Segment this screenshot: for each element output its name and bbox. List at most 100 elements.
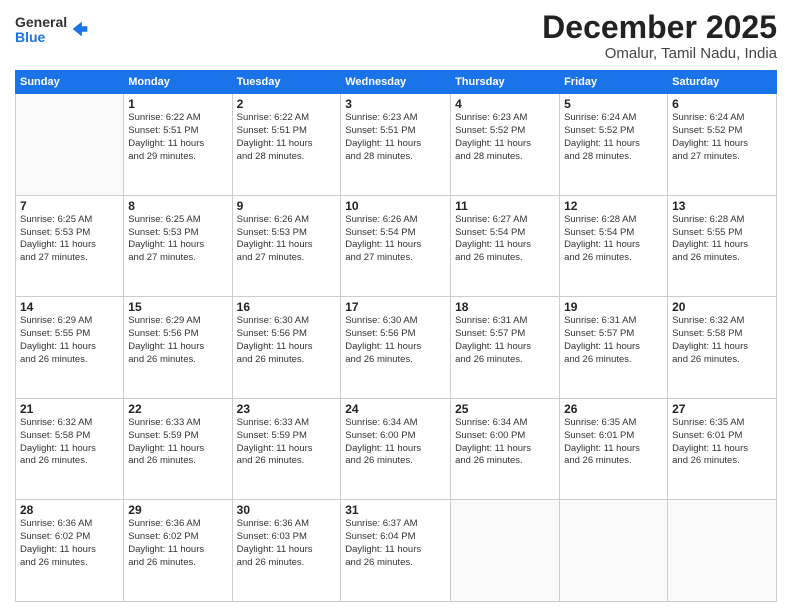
day-info: Sunrise: 6:36 AM Sunset: 6:03 PM Dayligh…: [237, 518, 337, 569]
calendar-cell: 31Sunrise: 6:37 AM Sunset: 6:04 PM Dayli…: [341, 500, 451, 602]
day-info: Sunrise: 6:25 AM Sunset: 5:53 PM Dayligh…: [128, 214, 227, 265]
day-number: 12: [564, 199, 663, 213]
calendar-week-row: 1Sunrise: 6:22 AM Sunset: 5:51 PM Daylig…: [16, 94, 777, 196]
calendar-cell: [16, 94, 124, 196]
day-number: 13: [672, 199, 772, 213]
calendar-cell: 22Sunrise: 6:33 AM Sunset: 5:59 PM Dayli…: [124, 398, 232, 500]
day-number: 20: [672, 300, 772, 314]
logo-blue: Blue: [15, 30, 67, 45]
calendar-cell: 10Sunrise: 6:26 AM Sunset: 5:54 PM Dayli…: [341, 195, 451, 297]
day-info: Sunrise: 6:37 AM Sunset: 6:04 PM Dayligh…: [345, 518, 446, 569]
day-number: 22: [128, 402, 227, 416]
calendar-cell: 27Sunrise: 6:35 AM Sunset: 6:01 PM Dayli…: [668, 398, 777, 500]
calendar-cell: 28Sunrise: 6:36 AM Sunset: 6:02 PM Dayli…: [16, 500, 124, 602]
day-number: 27: [672, 402, 772, 416]
calendar-cell: 8Sunrise: 6:25 AM Sunset: 5:53 PM Daylig…: [124, 195, 232, 297]
calendar-cell: 16Sunrise: 6:30 AM Sunset: 5:56 PM Dayli…: [232, 297, 341, 399]
calendar-cell: 6Sunrise: 6:24 AM Sunset: 5:52 PM Daylig…: [668, 94, 777, 196]
weekday-header: Tuesday: [232, 71, 341, 94]
day-number: 9: [237, 199, 337, 213]
calendar-week-row: 28Sunrise: 6:36 AM Sunset: 6:02 PM Dayli…: [16, 500, 777, 602]
weekday-header: Sunday: [16, 71, 124, 94]
calendar-cell: 19Sunrise: 6:31 AM Sunset: 5:57 PM Dayli…: [560, 297, 668, 399]
calendar-cell: 3Sunrise: 6:23 AM Sunset: 5:51 PM Daylig…: [341, 94, 451, 196]
day-info: Sunrise: 6:32 AM Sunset: 5:58 PM Dayligh…: [672, 315, 772, 366]
day-number: 7: [20, 199, 119, 213]
page: General Blue December 2025 Omalur, Tamil…: [0, 0, 792, 612]
calendar-week-row: 21Sunrise: 6:32 AM Sunset: 5:58 PM Dayli…: [16, 398, 777, 500]
calendar-cell: 12Sunrise: 6:28 AM Sunset: 5:54 PM Dayli…: [560, 195, 668, 297]
calendar-week-row: 7Sunrise: 6:25 AM Sunset: 5:53 PM Daylig…: [16, 195, 777, 297]
day-info: Sunrise: 6:35 AM Sunset: 6:01 PM Dayligh…: [564, 417, 663, 468]
day-info: Sunrise: 6:33 AM Sunset: 5:59 PM Dayligh…: [237, 417, 337, 468]
calendar-cell: 20Sunrise: 6:32 AM Sunset: 5:58 PM Dayli…: [668, 297, 777, 399]
day-number: 18: [455, 300, 555, 314]
calendar-cell: 17Sunrise: 6:30 AM Sunset: 5:56 PM Dayli…: [341, 297, 451, 399]
day-info: Sunrise: 6:31 AM Sunset: 5:57 PM Dayligh…: [455, 315, 555, 366]
day-info: Sunrise: 6:22 AM Sunset: 5:51 PM Dayligh…: [128, 112, 227, 163]
day-info: Sunrise: 6:36 AM Sunset: 6:02 PM Dayligh…: [128, 518, 227, 569]
day-number: 28: [20, 503, 119, 517]
calendar-cell: 14Sunrise: 6:29 AM Sunset: 5:55 PM Dayli…: [16, 297, 124, 399]
calendar-cell: 25Sunrise: 6:34 AM Sunset: 6:00 PM Dayli…: [451, 398, 560, 500]
day-info: Sunrise: 6:30 AM Sunset: 5:56 PM Dayligh…: [237, 315, 337, 366]
calendar-cell: [668, 500, 777, 602]
day-number: 14: [20, 300, 119, 314]
day-number: 5: [564, 97, 663, 111]
day-info: Sunrise: 6:24 AM Sunset: 5:52 PM Dayligh…: [672, 112, 772, 163]
day-info: Sunrise: 6:29 AM Sunset: 5:56 PM Dayligh…: [128, 315, 227, 366]
day-info: Sunrise: 6:36 AM Sunset: 6:02 PM Dayligh…: [20, 518, 119, 569]
day-number: 8: [128, 199, 227, 213]
title-block: December 2025 Omalur, Tamil Nadu, India: [542, 10, 777, 62]
calendar-cell: 7Sunrise: 6:25 AM Sunset: 5:53 PM Daylig…: [16, 195, 124, 297]
calendar-cell: 2Sunrise: 6:22 AM Sunset: 5:51 PM Daylig…: [232, 94, 341, 196]
calendar-cell: 9Sunrise: 6:26 AM Sunset: 5:53 PM Daylig…: [232, 195, 341, 297]
calendar: SundayMondayTuesdayWednesdayThursdayFrid…: [15, 70, 777, 602]
day-number: 26: [564, 402, 663, 416]
day-info: Sunrise: 6:22 AM Sunset: 5:51 PM Dayligh…: [237, 112, 337, 163]
calendar-cell: 23Sunrise: 6:33 AM Sunset: 5:59 PM Dayli…: [232, 398, 341, 500]
day-info: Sunrise: 6:31 AM Sunset: 5:57 PM Dayligh…: [564, 315, 663, 366]
day-info: Sunrise: 6:34 AM Sunset: 6:00 PM Dayligh…: [345, 417, 446, 468]
day-info: Sunrise: 6:26 AM Sunset: 5:54 PM Dayligh…: [345, 214, 446, 265]
weekday-header: Saturday: [668, 71, 777, 94]
calendar-cell: 30Sunrise: 6:36 AM Sunset: 6:03 PM Dayli…: [232, 500, 341, 602]
day-number: 15: [128, 300, 227, 314]
day-info: Sunrise: 6:27 AM Sunset: 5:54 PM Dayligh…: [455, 214, 555, 265]
day-info: Sunrise: 6:33 AM Sunset: 5:59 PM Dayligh…: [128, 417, 227, 468]
day-number: 6: [672, 97, 772, 111]
day-number: 16: [237, 300, 337, 314]
day-number: 2: [237, 97, 337, 111]
day-info: Sunrise: 6:28 AM Sunset: 5:55 PM Dayligh…: [672, 214, 772, 265]
calendar-cell: 24Sunrise: 6:34 AM Sunset: 6:00 PM Dayli…: [341, 398, 451, 500]
calendar-cell: 5Sunrise: 6:24 AM Sunset: 5:52 PM Daylig…: [560, 94, 668, 196]
calendar-cell: 29Sunrise: 6:36 AM Sunset: 6:02 PM Dayli…: [124, 500, 232, 602]
day-info: Sunrise: 6:24 AM Sunset: 5:52 PM Dayligh…: [564, 112, 663, 163]
calendar-cell: 18Sunrise: 6:31 AM Sunset: 5:57 PM Dayli…: [451, 297, 560, 399]
month-title: December 2025: [542, 10, 777, 45]
day-number: 1: [128, 97, 227, 111]
weekday-header: Thursday: [451, 71, 560, 94]
day-number: 3: [345, 97, 446, 111]
location: Omalur, Tamil Nadu, India: [542, 45, 777, 62]
day-number: 23: [237, 402, 337, 416]
day-number: 4: [455, 97, 555, 111]
calendar-cell: [560, 500, 668, 602]
day-info: Sunrise: 6:32 AM Sunset: 5:58 PM Dayligh…: [20, 417, 119, 468]
day-info: Sunrise: 6:29 AM Sunset: 5:55 PM Dayligh…: [20, 315, 119, 366]
day-number: 29: [128, 503, 227, 517]
day-info: Sunrise: 6:25 AM Sunset: 5:53 PM Dayligh…: [20, 214, 119, 265]
day-number: 11: [455, 199, 555, 213]
day-number: 31: [345, 503, 446, 517]
calendar-cell: 11Sunrise: 6:27 AM Sunset: 5:54 PM Dayli…: [451, 195, 560, 297]
day-number: 10: [345, 199, 446, 213]
calendar-cell: 26Sunrise: 6:35 AM Sunset: 6:01 PM Dayli…: [560, 398, 668, 500]
day-number: 30: [237, 503, 337, 517]
logo-icon: [69, 18, 91, 40]
weekday-header: Monday: [124, 71, 232, 94]
day-info: Sunrise: 6:30 AM Sunset: 5:56 PM Dayligh…: [345, 315, 446, 366]
logo: General Blue: [15, 15, 91, 46]
calendar-cell: 1Sunrise: 6:22 AM Sunset: 5:51 PM Daylig…: [124, 94, 232, 196]
day-info: Sunrise: 6:34 AM Sunset: 6:00 PM Dayligh…: [455, 417, 555, 468]
weekday-header: Wednesday: [341, 71, 451, 94]
